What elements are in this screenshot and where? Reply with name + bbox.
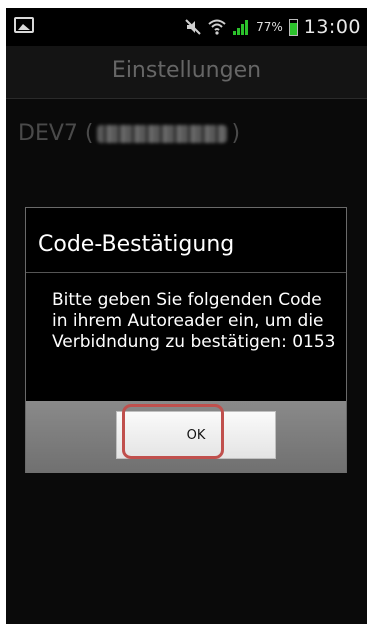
dialog-button-bar: OK [26,401,346,473]
device-list-item[interactable]: DEV7 ( ) [18,121,240,146]
gallery-icon [14,17,34,33]
device-label: DEV7 ( [18,121,94,146]
status-bar: 77% 13:00 [6,8,367,46]
clock: 13:00 [303,16,361,38]
phone-screen: 77% 13:00 Einstellungen DEV7 ( ) Code-Be… [6,8,367,624]
code-confirmation-dialog: Code-Bestätigung Bitte geben Sie folgend… [25,207,347,473]
status-icons: 77% 13:00 [184,14,361,40]
device-label-close: ) [231,121,241,146]
battery-percent: 77% [256,20,283,34]
signal-icon [233,20,249,35]
dialog-divider [26,272,346,273]
battery-icon [288,18,298,36]
dialog-title: Code-Bestätigung [38,232,235,257]
battery-fill [289,22,297,35]
title-bar: Einstellungen [6,46,367,99]
mute-icon [185,19,201,35]
blurred-device-id [97,124,228,143]
ok-button[interactable]: OK [116,411,276,459]
dialog-message: Bitte geben Sie folgenden Code in ihrem … [52,290,336,352]
wifi-icon [208,19,226,35]
page-title: Einstellungen [111,58,262,83]
